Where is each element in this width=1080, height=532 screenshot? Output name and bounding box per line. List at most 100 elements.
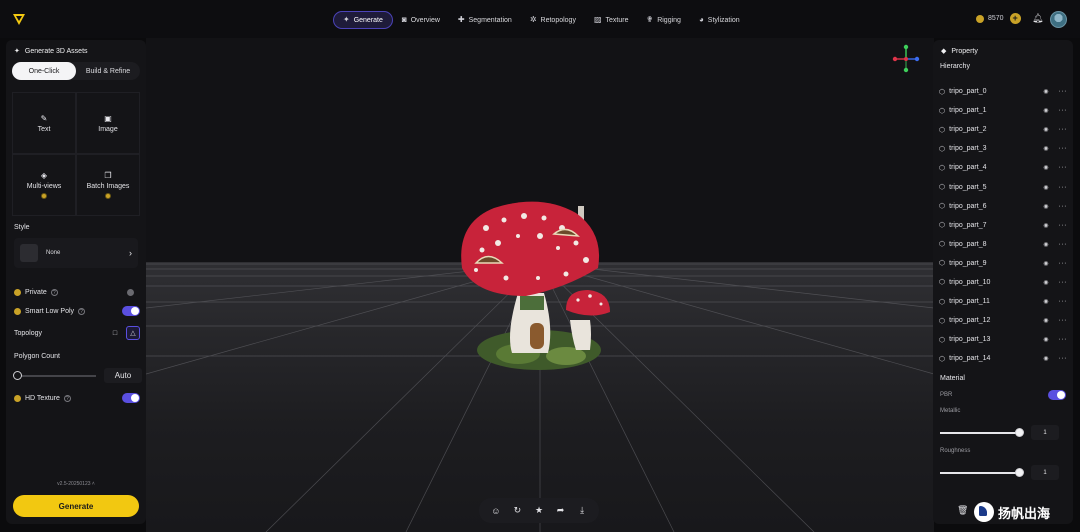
list-item[interactable]: ⬡ tripo_part_9 ◉ ··· (939, 254, 1067, 273)
quad-topology-button[interactable]: □ (108, 326, 122, 340)
list-item[interactable]: ⬡ tripo_part_13 ◉ ··· (939, 330, 1067, 349)
metallic-input[interactable]: 1 (1031, 425, 1059, 440)
eye-icon[interactable]: ◉ (1043, 164, 1048, 171)
hierarchy-label: Hierarchy (940, 63, 970, 70)
list-item[interactable]: ⬡ tripo_part_1 ◉ ··· (939, 101, 1067, 120)
version-label[interactable]: v2.5-20250123 ˄ (6, 481, 146, 487)
input-image-label: Image (98, 125, 118, 133)
help-icon[interactable]: ? (63, 394, 71, 402)
generate-button[interactable]: Generate (13, 495, 139, 517)
pbr-toggle[interactable] (1048, 390, 1066, 400)
list-item[interactable]: ⬡ tripo_part_7 ◉ ··· (939, 216, 1067, 235)
eye-icon[interactable]: ◉ (1043, 107, 1048, 114)
more-icon[interactable]: ··· (1059, 241, 1068, 248)
eye-icon[interactable]: ◉ (1043, 184, 1048, 191)
part-name: tripo_part_6 (949, 202, 987, 210)
tab-overview[interactable]: ◙ Overview (393, 11, 449, 29)
more-icon[interactable]: ··· (1059, 203, 1068, 210)
eye-icon[interactable]: ◉ (1043, 317, 1048, 324)
eye-icon[interactable]: ◉ (1043, 241, 1048, 248)
eye-icon[interactable]: ◉ (1043, 126, 1048, 133)
input-text-card[interactable]: ✎ Text (12, 92, 76, 154)
polygon-count-slider-knob[interactable] (13, 371, 22, 380)
tab-segmentation[interactable]: ✚ Segmentation (449, 11, 521, 29)
help-icon[interactable]: ? (78, 307, 86, 315)
eye-icon[interactable]: ◉ (1043, 88, 1048, 95)
input-multiviews-card[interactable]: ◈ Multi-views (12, 154, 76, 216)
more-icon[interactable]: ··· (1059, 126, 1068, 133)
metallic-slider[interactable] (940, 432, 1020, 434)
polygon-count-input[interactable]: Auto (104, 368, 142, 383)
eye-icon[interactable]: ◉ (1043, 279, 1048, 286)
roughness-input[interactable]: 1 (1031, 465, 1059, 480)
input-batch-card[interactable]: ❐ Batch Images (76, 154, 140, 216)
more-icon[interactable]: ··· (1059, 298, 1068, 305)
smart-low-poly-toggle[interactable] (122, 306, 140, 316)
more-icon[interactable]: ··· (1059, 355, 1068, 362)
axis-gizmo[interactable] (891, 44, 921, 74)
tab-stylization[interactable]: ◕ Stylization (690, 11, 749, 29)
eye-icon[interactable]: ◉ (1043, 145, 1048, 152)
more-icon[interactable]: ··· (1059, 88, 1068, 95)
eye-icon[interactable]: ◉ (1043, 203, 1048, 210)
list-item[interactable]: ⬡ tripo_part_3 ◉ ··· (939, 139, 1067, 158)
eye-icon[interactable]: ◉ (1043, 298, 1048, 305)
list-item[interactable]: ⬡ tripo_part_8 ◉ ··· (939, 235, 1067, 254)
list-item[interactable]: ⬡ tripo_part_2 ◉ ··· (939, 120, 1067, 139)
metallic-slider-knob[interactable] (1015, 428, 1024, 437)
style-selector[interactable]: None › (14, 238, 138, 268)
list-item[interactable]: ⬡ tripo_part_14 ◉ ··· (939, 349, 1067, 368)
face-icon[interactable]: ☺ (488, 503, 504, 519)
list-item[interactable]: ⬡ tripo_part_6 ◉ ··· (939, 197, 1067, 216)
more-icon[interactable]: ··· (1059, 184, 1068, 191)
tab-rigging[interactable]: ✟ Rigging (637, 11, 689, 29)
cube-icon: ⬡ (939, 164, 946, 172)
eye-icon[interactable]: ◉ (1043, 336, 1048, 343)
more-icon[interactable]: ··· (1059, 222, 1068, 229)
help-icon[interactable]: ? (50, 288, 58, 296)
rotate-icon[interactable]: ↻ (509, 503, 525, 519)
bell-icon[interactable]: 🔔︎ (1032, 13, 1043, 24)
tab-build-refine[interactable]: Build & Refine (76, 62, 140, 80)
triangle-topology-button[interactable]: △ (126, 326, 140, 340)
polygon-count-slider[interactable] (16, 375, 96, 377)
roughness-slider[interactable] (940, 472, 1020, 474)
input-image-card[interactable]: ▣ Image (76, 92, 140, 154)
list-item[interactable]: ⬡ tripo_part_10 ◉ ··· (939, 273, 1067, 292)
part-name: tripo_part_5 (949, 183, 987, 191)
tab-one-click[interactable]: One-Click (12, 62, 76, 80)
share-icon[interactable]: ➦ (553, 503, 569, 519)
private-toggle[interactable] (127, 288, 134, 296)
eye-icon[interactable]: ◉ (1043, 260, 1048, 267)
tab-retopology[interactable]: ✲ Retopology (521, 11, 585, 29)
list-item[interactable]: ⬡ tripo_part_5 ◉ ··· (939, 177, 1067, 196)
hd-texture-toggle[interactable] (122, 393, 140, 403)
hd-texture-row: HD Texture ? (14, 392, 140, 404)
tripo-logo[interactable] (12, 12, 26, 26)
more-icon[interactable]: ··· (1059, 107, 1068, 114)
roughness-slider-knob[interactable] (1015, 468, 1024, 477)
avatar[interactable] (1050, 11, 1067, 28)
more-icon[interactable]: ··· (1059, 260, 1068, 267)
list-item[interactable]: ⬡ tripo_part_11 ◉ ··· (939, 292, 1067, 311)
trash-icon[interactable]: 🗑︎ (957, 505, 968, 516)
mushroom-house-model[interactable] (146, 38, 934, 532)
more-icon[interactable]: ··· (1059, 279, 1068, 286)
more-icon[interactable]: ··· (1059, 164, 1068, 171)
3d-viewport[interactable]: ☺ ↻ ★ ➦ ⤓ (146, 38, 934, 532)
tab-generate[interactable]: ✦ Generate (333, 11, 393, 29)
add-credits-button[interactable]: + (1009, 13, 1021, 24)
more-icon[interactable]: ··· (1059, 145, 1068, 152)
more-icon[interactable]: ··· (1059, 336, 1068, 343)
eye-icon[interactable]: ◉ (1043, 222, 1048, 229)
download-icon[interactable]: ⤓ (574, 503, 590, 519)
eye-icon[interactable]: ◉ (1043, 355, 1048, 362)
list-item[interactable]: ⬡ tripo_part_0 ◉ ··· (939, 82, 1067, 101)
star-icon[interactable]: ★ (531, 503, 547, 519)
more-icon[interactable]: ··· (1059, 317, 1068, 324)
credits-display[interactable]: 8570 + (976, 13, 1021, 24)
tab-texture[interactable]: ▨ Texture (585, 11, 638, 29)
list-item[interactable]: ⬡ tripo_part_4 ◉ ··· (939, 158, 1067, 177)
list-item[interactable]: ⬡ tripo_part_12 ◉ ··· (939, 311, 1067, 330)
part-name: tripo_part_8 (949, 240, 987, 248)
